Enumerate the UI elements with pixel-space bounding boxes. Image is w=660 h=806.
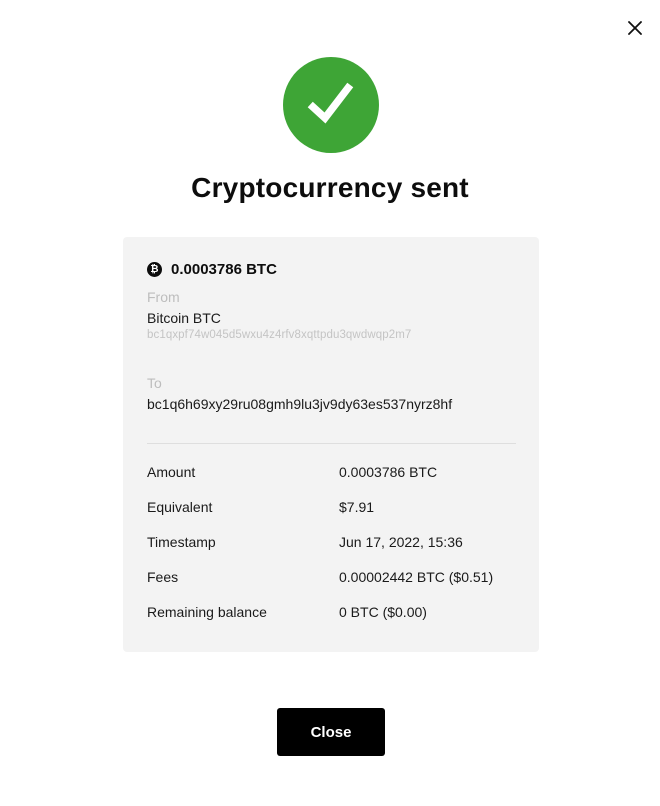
sent-amount: 0.0003786 BTC [171,261,277,278]
detail-value: Jun 17, 2022, 15:36 [339,534,463,550]
detail-label: Fees [147,569,179,585]
detail-row-remaining-balance: Remaining balance 0 BTC ($0.00) [147,604,516,624]
close-icon-graphic [628,21,642,35]
detail-row-fees: Fees 0.00002442 BTC ($0.51) [147,569,516,589]
to-label: To [147,375,162,391]
detail-label: Timestamp [147,534,216,550]
bitcoin-icon: ₿ [147,262,162,277]
detail-label: Amount [147,464,196,480]
success-checkmark-badge [283,57,379,153]
detail-value: 0.00002442 BTC ($0.51) [339,569,494,585]
from-address: bc1qxpf74w045d5wxu4z4rfv8xqttpdu3qwdwqp2… [147,329,412,341]
from-wallet-name: Bitcoin BTC [147,310,221,326]
detail-label: Equivalent [147,499,213,515]
from-label: From [147,289,180,305]
detail-label: Remaining balance [147,604,267,620]
transaction-summary-card: ₿ 0.0003786 BTC From Bitcoin BTC bc1qxpf… [123,237,539,652]
close-icon[interactable] [622,15,648,41]
detail-row-timestamp: Timestamp Jun 17, 2022, 15:36 [147,534,516,554]
sent-amount-header: ₿ 0.0003786 BTC [147,261,277,278]
detail-row-amount: Amount 0.0003786 BTC [147,464,516,484]
card-divider [147,443,516,444]
detail-row-equivalent: Equivalent $7.91 [147,499,516,519]
close-button[interactable]: Close [277,708,385,756]
detail-value: $7.91 [339,499,375,515]
detail-value: 0 BTC ($0.00) [339,604,427,620]
checkmark-icon [307,82,354,124]
to-address: bc1q6h69xy29ru08gmh9lu3jv9dy63es537nyrz8… [147,396,453,412]
detail-value: 0.0003786 BTC [339,464,438,480]
dialog-title: Cryptocurrency sent [191,172,469,203]
transaction-success-dialog: Cryptocurrency sent ₿ 0.0003786 BTC From… [0,0,660,806]
